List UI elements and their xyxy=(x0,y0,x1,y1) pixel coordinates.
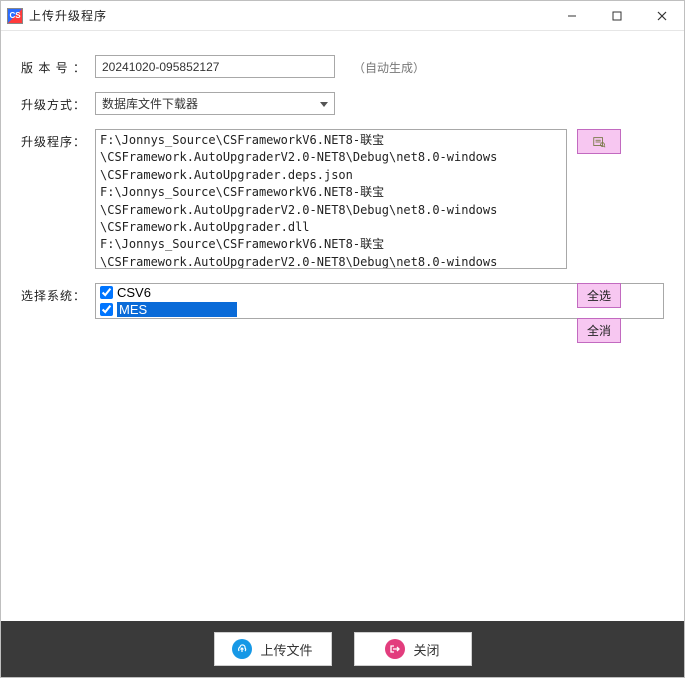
program-area: F:\Jonnys_Source\CSFrameworkV6.NET8-联宝 \… xyxy=(95,129,664,269)
select-all-button[interactable]: 全选 xyxy=(577,283,621,308)
titlebar: CS 上传升级程序 xyxy=(1,1,684,31)
upload-file-button[interactable]: 上传文件 xyxy=(214,632,332,666)
system-row: 选择系统： CSV6 MES 全选 全消 xyxy=(21,283,664,613)
close-window-button[interactable] xyxy=(639,1,684,30)
method-row: 升级方式： 数据库文件下载器 xyxy=(21,92,664,115)
program-paths-textbox[interactable]: F:\Jonnys_Source\CSFrameworkV6.NET8-联宝 \… xyxy=(95,129,567,269)
method-combobox[interactable]: 数据库文件下载器 xyxy=(95,92,335,115)
program-row: 升级程序： F:\Jonnys_Source\CSFrameworkV6.NET… xyxy=(21,129,664,269)
maximize-button[interactable] xyxy=(594,1,639,30)
close-label: 关闭 xyxy=(413,640,439,659)
cloud-upload-icon xyxy=(232,639,252,659)
upload-upgrade-window: CS 上传升级程序 版本号： （自动生成） 升级方式： 数据库文件下载器 xyxy=(0,0,685,678)
browse-icon xyxy=(592,135,606,149)
method-label: 升级方式： xyxy=(21,92,85,113)
window-buttons xyxy=(549,1,684,30)
version-input[interactable] xyxy=(95,55,335,78)
system-checkbox[interactable] xyxy=(100,303,113,316)
exit-icon xyxy=(385,639,405,659)
system-checkbox[interactable] xyxy=(100,286,113,299)
minimize-button[interactable] xyxy=(549,1,594,30)
method-value: 数据库文件下载器 xyxy=(102,95,198,112)
system-area: CSV6MES 全选 全消 xyxy=(95,283,664,319)
system-name-label: MES xyxy=(117,302,237,317)
version-row: 版本号： （自动生成） xyxy=(21,55,664,78)
window-title: 上传升级程序 xyxy=(29,7,107,24)
system-label: 选择系统： xyxy=(21,283,85,304)
upload-file-label: 上传文件 xyxy=(260,640,312,659)
app-icon: CS xyxy=(7,8,23,24)
system-name-label: CSV6 xyxy=(117,285,151,300)
footer-bar: 上传文件 关闭 xyxy=(1,621,684,677)
content-area: 版本号： （自动生成） 升级方式： 数据库文件下载器 升级程序： F:\Jonn… xyxy=(1,31,684,621)
deselect-all-button[interactable]: 全消 xyxy=(577,318,621,343)
auto-generated-label: （自动生成） xyxy=(345,55,425,76)
system-side-buttons: 全选 全消 xyxy=(577,283,621,343)
browse-files-button[interactable] xyxy=(577,129,621,154)
close-button[interactable]: 关闭 xyxy=(354,632,472,666)
version-label: 版本号： xyxy=(21,55,85,76)
program-label: 升级程序： xyxy=(21,129,85,150)
